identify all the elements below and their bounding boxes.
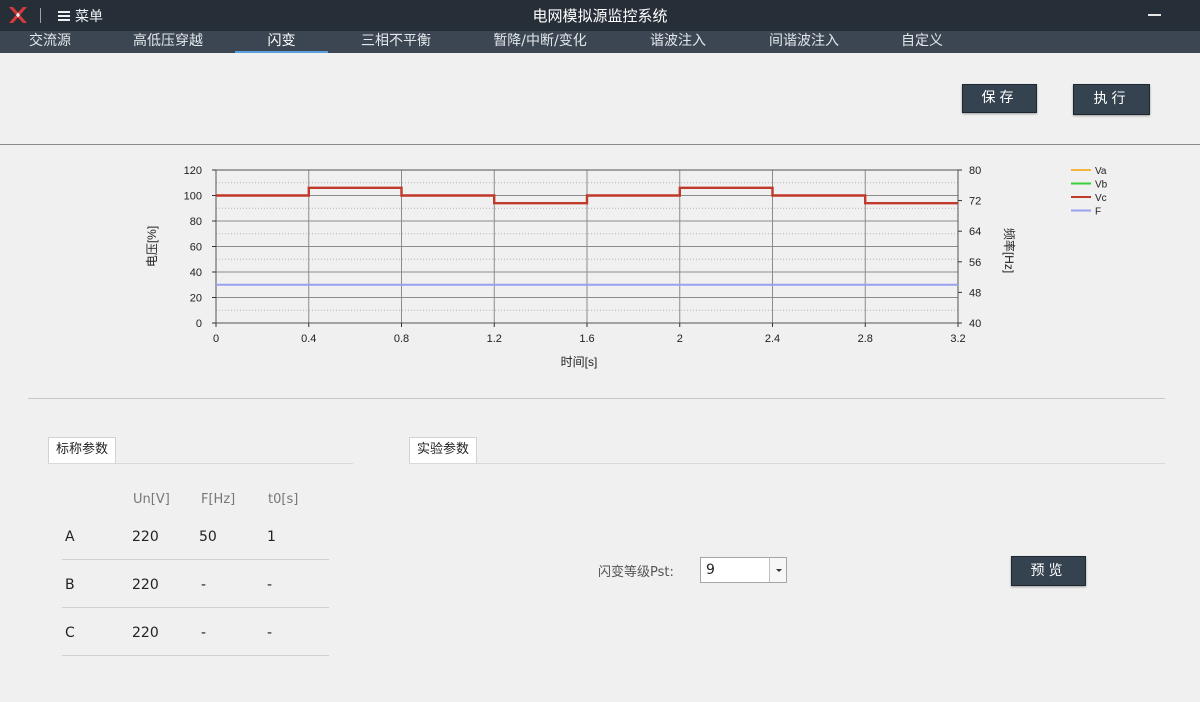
y-tick-label: 20 [190,293,202,305]
app-title: 电网模拟源监控系统 [532,7,668,25]
app-logo-icon [9,7,27,23]
y-tick-label: 80 [190,216,202,228]
y2-tick-label: 72 [969,196,981,208]
minimize-icon[interactable] [1148,14,1161,16]
x-tick-label: 0 [213,333,219,345]
tab-custom[interactable]: 自定义 [892,31,952,53]
preview-button[interactable]: 预览 [1011,556,1086,586]
legend-label-f: F [1095,207,1101,218]
row-divider [62,655,329,656]
pst-select-value: 9 [706,562,715,578]
col-header-f: F[Hz] [201,492,236,507]
tab-harmonic-injection[interactable]: 谐波注入 [640,31,716,53]
row-b-phase: B [65,577,75,593]
y-tick-label: 120 [184,165,202,177]
x-tick-label: 0.8 [394,333,409,345]
row-a-phase: A [65,529,75,545]
row-a-un[interactable]: 220 [132,529,159,545]
tab-hvrt-lvrt[interactable]: 高低压穿越 [124,31,212,53]
nominal-params-rule [48,463,353,464]
waveform-chart: 0 0.4 0.8 1.2 1.6 2 2.4 2.8 3.2 0 20 40 60 80 100 120 40… [0,150,1200,390]
row-c-t0[interactable]: - [267,625,272,641]
y-tick-label: 40 [190,267,202,279]
y-tick-label: 60 [190,242,202,254]
row-b-t0[interactable]: - [267,577,272,593]
experiment-params-rule [409,463,1165,464]
row-a-f[interactable]: 50 [199,529,217,545]
y2-tick-label: 48 [969,287,981,299]
x-tick-label: 1.2 [487,333,502,345]
row-b-f[interactable]: - [201,577,206,593]
nominal-params-tab[interactable]: 标称参数 [48,437,117,463]
tab-flicker[interactable]: 闪变 [235,31,328,53]
y2-tick-label: 56 [969,257,981,269]
row-divider [62,559,329,560]
y2-tick-label: 80 [969,165,981,177]
save-button[interactable]: 保存 [962,84,1037,113]
hamburger-icon [58,9,70,23]
x-tick-label: 0.4 [301,333,316,345]
y-axis-title: 电压[%] [145,226,159,267]
section-divider [28,398,1165,399]
run-button[interactable]: 执行 [1073,84,1150,115]
tab-sag-interrupt-change[interactable]: 暂降/中断/变化 [482,31,598,53]
x-axis-title: 时间[s] [561,355,598,369]
row-c-phase: C [65,625,75,641]
legend-label-va: Va [1095,166,1107,177]
row-c-f[interactable]: - [201,625,206,641]
legend-label-vb: Vb [1095,180,1108,191]
col-header-un: Un[V] [133,492,170,507]
waveform-chart-svg: 0 0.4 0.8 1.2 1.6 2 2.4 2.8 3.2 0 20 40 60 80 100 120 40… [145,165,1108,369]
x-tick-label: 2 [677,333,683,345]
experiment-params-tab[interactable]: 实验参数 [409,437,478,463]
pst-select[interactable]: 9 [700,557,787,583]
tab-bar: 交流源 高低压穿越 闪变 三相不平衡 暂降/中断/变化 谐波注入 间谐波注入 自… [0,31,1200,53]
x-tick-label: 1.6 [579,333,594,345]
legend-label-vc: Vc [1095,193,1107,204]
x-tick-label: 2.4 [765,333,780,345]
y-tick-label: 0 [196,318,202,330]
x-tick-label: 3.2 [950,333,965,345]
tab-three-phase-unbalance[interactable]: 三相不平衡 [352,31,440,53]
row-b-un[interactable]: 220 [132,577,159,593]
menu-button[interactable]: 菜单 [58,6,103,26]
toolbar-divider [0,144,1200,145]
col-header-t0: t0[s] [268,492,299,507]
title-bar: 菜单 电网模拟源监控系统 [0,0,1200,31]
menu-label: 菜单 [75,9,103,25]
x-tick-label: 2.8 [858,333,873,345]
row-c-un[interactable]: 220 [132,625,159,641]
y2-axis-title: 频率[Hz] [1002,228,1017,273]
tab-interharmonic-injection[interactable]: 间谐波注入 [758,31,850,53]
row-a-t0[interactable]: 1 [267,529,276,545]
pst-label: 闪变等级Pst: [598,565,674,580]
y-tick-label: 100 [184,191,202,203]
chevron-down-icon[interactable] [769,558,786,582]
y2-tick-label: 40 [969,318,981,330]
title-separator [40,8,41,23]
row-divider [62,607,329,608]
tab-ac-source[interactable]: 交流源 [14,31,86,53]
y2-tick-label: 64 [969,226,981,238]
